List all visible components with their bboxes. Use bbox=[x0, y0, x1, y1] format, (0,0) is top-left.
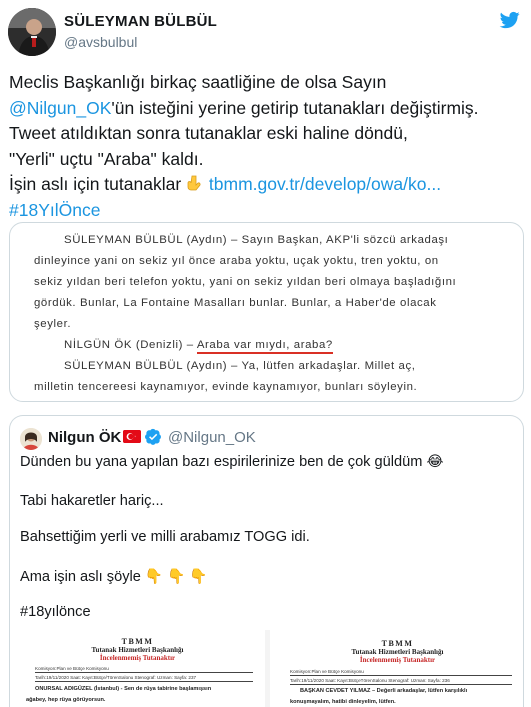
tweet-line-4: "Yerli" uçtu "Araba" kaldı. bbox=[9, 148, 204, 169]
transcript-line: şeyler. bbox=[34, 318, 72, 330]
quoted-line-4: Ama işin aslı şöyle 👇👇👇 bbox=[20, 567, 211, 585]
author-avatar[interactable] bbox=[8, 8, 56, 56]
underlined-quote: Araba var mıydı, araba? bbox=[196, 339, 333, 354]
tweet-line-1: Meclis Başkanlığı birkaç saatliğine de o… bbox=[9, 72, 387, 92]
quoted-avatar[interactable] bbox=[20, 428, 42, 450]
thumb-body-line: konuşmayalım, hatibi dinleyelim, lütfen. bbox=[290, 699, 396, 705]
transcript-line: sekiz yıldan beri telefon yoktu, yani on… bbox=[34, 276, 457, 288]
transcript-line: milletin tencereesi kaynamıyor, evinde k… bbox=[34, 381, 418, 393]
mention-link[interactable]: @Nilgun_OK bbox=[9, 98, 111, 118]
tweet-line-2-rest: 'ün isteğini yerine getirip tutanakları … bbox=[111, 97, 479, 118]
thumb-divider bbox=[35, 681, 253, 682]
tweet-text: Meclis Başkanlığı birkaç saatliğine de o… bbox=[9, 70, 524, 224]
thumb-body-line: BAŞKAN CEVDET YILMAZ – Değerli arkadaşla… bbox=[300, 688, 468, 694]
author-display-name[interactable]: SÜLEYMAN BÜLBÜL bbox=[64, 13, 217, 30]
thumb-meta: Tarih:19/11/2020 Saat: Kayıt:Bütçe/Tören… bbox=[35, 675, 197, 680]
quoted-display-name[interactable]: Nilgun ÖK bbox=[48, 429, 121, 446]
transcript-line: SÜLEYMAN BÜLBÜL (Aydın) – Sayın Başkan, … bbox=[64, 234, 449, 246]
quoted-line-2: Tabi hakaretler hariç... bbox=[20, 493, 164, 509]
thumb-org: TBMM bbox=[381, 639, 414, 648]
tweet-line-2: @Nilgun_OK'ün isteğini yerine getirip tu… bbox=[9, 96, 524, 122]
thumb-title: Tutanak Hizmetleri Başkanlığı bbox=[91, 646, 184, 654]
quoted-line-1: Dünden bu yana yapılan bazı espirilerini… bbox=[20, 453, 444, 470]
thumb-divider bbox=[290, 675, 512, 676]
quoted-image-left[interactable]: TBMM Tutanak Hizmetleri Başkanlığı İncel… bbox=[10, 630, 265, 707]
quoted-image-right[interactable]: TBMM Tutanak Hizmetleri Başkanlığı İncel… bbox=[270, 630, 523, 707]
quoted-handle[interactable]: @Nilgun_OK bbox=[168, 429, 256, 446]
thumb-subtitle: İncelenmemiş Tutanaktır bbox=[99, 654, 176, 662]
quoted-images: TBMM Tutanak Hizmetleri Başkanlığı İncel… bbox=[10, 630, 523, 707]
verified-badge-icon bbox=[145, 428, 161, 445]
quoted-line-3: Bahsettiğim yerli ve milli arabamız TOGG… bbox=[20, 529, 310, 545]
thumb-meta: Tarih:19/11/2020 Saat: Kayıt:BütçeTörenS… bbox=[290, 678, 450, 683]
turkey-flag-icon bbox=[123, 430, 141, 443]
pointing-hands-icon: 👇👇👇 bbox=[144, 569, 212, 585]
quoted-tweet[interactable]: Nilgun ÖK @Nilgun_OK Dünden bu yana yapı… bbox=[9, 415, 524, 707]
thumb-body-line: ONURSAL ADIGÜZEL (İstanbul) - Sen de rüy… bbox=[35, 686, 212, 692]
tweet-header: SÜLEYMAN BÜLBÜL @avsbulbul bbox=[0, 0, 531, 62]
tbmm-link[interactable]: tbmm.gov.tr/develop/owa/ko... bbox=[209, 174, 441, 194]
laughing-emoji-icon: 😂 bbox=[426, 454, 444, 470]
transcript-line: dinleyince yani on sekiz yıl önce araba … bbox=[34, 255, 439, 267]
thumb-org: TBMM bbox=[121, 637, 154, 646]
thumb-meta: Komisyon:Plan ve Bütçe Komisyonu bbox=[35, 666, 109, 671]
transcript-line: gördük. Bunlar, La Fontaine Masalları bu… bbox=[34, 297, 437, 309]
tweet-line-3: Tweet atıldıktan sonra tutanaklar eski h… bbox=[9, 123, 408, 144]
thumb-title: Tutanak Hizmetleri Başkanlığı bbox=[351, 648, 444, 656]
transcript-speaker: NİLGÜN ÖK (Denizli) – bbox=[64, 339, 194, 351]
transcript-line: NİLGÜN ÖK (Denizli) – Araba var mıydı, a… bbox=[10, 339, 523, 354]
tweet-line-5: İşin aslı için tutanaklar tbmm.gov.tr/de… bbox=[9, 172, 524, 198]
tweet-line-5-text: İşin aslı için tutanaklar bbox=[9, 174, 182, 195]
thumb-meta: Komisyon:Plan ve Bütçe Komisyonu bbox=[290, 669, 364, 674]
hashtag-link[interactable]: #18YılÖnce bbox=[9, 198, 524, 224]
author-handle[interactable]: @avsbulbul bbox=[64, 34, 137, 50]
quoted-line-1-text: Dünden bu yana yapılan bazı espirilerini… bbox=[20, 454, 423, 470]
transcript-line: SÜLEYMAN BÜLBÜL (Aydın) – Ya, lütfen ark… bbox=[64, 360, 416, 372]
pointing-down-icon bbox=[186, 175, 204, 193]
twitter-bird-icon[interactable] bbox=[499, 10, 521, 30]
thumb-body-line: ağabey, hep rüya görüyorsun. bbox=[26, 697, 106, 703]
thumb-divider bbox=[290, 684, 512, 685]
quoted-hashtag[interactable]: #18yılönce bbox=[20, 604, 91, 620]
thumb-subtitle: İncelenmemiş Tutanaktır bbox=[359, 656, 436, 664]
thumb-divider bbox=[35, 672, 253, 673]
transcript-image[interactable]: SÜLEYMAN BÜLBÜL (Aydın) – Sayın Başkan, … bbox=[9, 222, 524, 402]
quoted-line-4-text: Ama işin aslı şöyle bbox=[20, 569, 141, 585]
